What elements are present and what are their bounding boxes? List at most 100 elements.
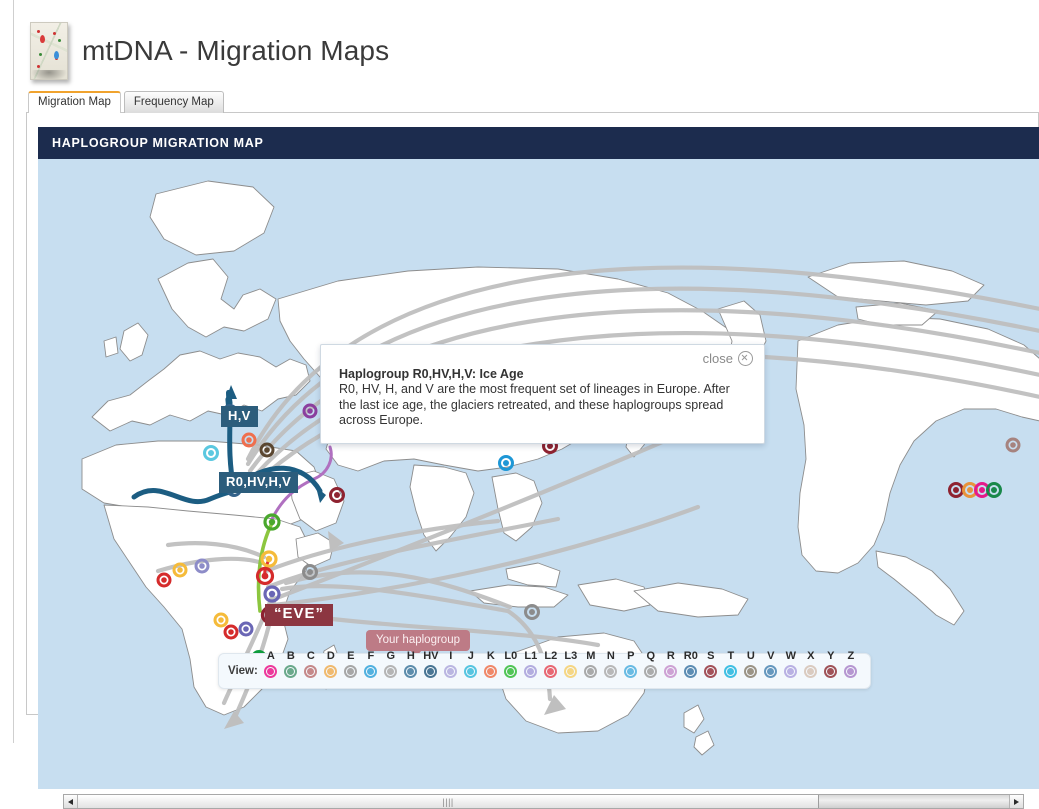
haplogroup-swatch-list[interactable]: A B C D E F G H HV I J K L0 L1 L2 L3 M N P Q R R0 S T U V W X Y Z xyxy=(261,650,861,678)
haplogroup-color-ring[interactable] xyxy=(424,664,438,678)
popup-close-button[interactable]: close xyxy=(321,345,764,366)
haplogroup-swatch-z[interactable]: Z xyxy=(841,650,861,678)
haplogroup-swatch-m[interactable]: M xyxy=(581,650,601,678)
haplogroup-swatch-w[interactable]: W xyxy=(781,650,801,678)
scrollbar-thumb[interactable]: |||| xyxy=(78,795,820,808)
haplogroup-swatch-f[interactable]: F xyxy=(361,650,381,678)
haplogroup-swatch-r0[interactable]: R0 xyxy=(681,650,701,678)
haplogroup-color-ring[interactable] xyxy=(644,664,658,678)
haplogroup-letter: L0 xyxy=(504,649,518,662)
haplogroup-color-ring[interactable] xyxy=(744,664,758,678)
haplogroup-swatch-b[interactable]: B xyxy=(281,650,301,678)
haplogroup-legend-bar[interactable]: View: A B C D E F G H HV I J K L0 L1 L2 L3 M N P Q R R0 S T U V W X… xyxy=(218,650,871,689)
map-thumbnail-icon xyxy=(30,22,68,80)
haplogroup-color-ring[interactable] xyxy=(464,664,478,678)
haplogroup-color-ring[interactable] xyxy=(484,664,498,678)
haplogroup-color-ring[interactable] xyxy=(704,664,718,678)
haplogroup-swatch-l3[interactable]: L3 xyxy=(561,650,581,678)
haplogroup-color-ring[interactable] xyxy=(604,664,618,678)
haplogroup-swatch-y[interactable]: Y xyxy=(821,650,841,678)
haplogroup-color-ring[interactable] xyxy=(524,664,538,678)
haplogroup-swatch-g[interactable]: G xyxy=(381,650,401,678)
scrollbar-track[interactable]: |||| xyxy=(78,795,1009,808)
haplogroup-swatch-q[interactable]: Q xyxy=(641,650,661,678)
map-chip-eve[interactable]: “EVE” xyxy=(265,604,334,626)
haplogroup-swatch-t[interactable]: T xyxy=(721,650,741,678)
haplogroup-swatch-d[interactable]: D xyxy=(321,650,341,678)
haplogroup-swatch-r[interactable]: R xyxy=(661,650,681,678)
map-markers-svg[interactable] xyxy=(38,159,1039,789)
haplogroup-color-ring[interactable] xyxy=(324,664,338,678)
haplogroup-letter: L3 xyxy=(564,649,578,662)
haplogroup-swatch-l2[interactable]: L2 xyxy=(541,650,561,678)
haplogroup-color-ring[interactable] xyxy=(384,664,398,678)
haplogroup-swatch-j[interactable]: J xyxy=(461,650,481,678)
haplogroup-swatch-e[interactable]: E xyxy=(341,650,361,678)
haplogroup-swatch-x[interactable]: X xyxy=(801,650,821,678)
map-chip-r0hvhv[interactable]: R0,HV,H,V xyxy=(219,472,299,493)
haplogroup-swatch-a[interactable]: A xyxy=(261,650,281,678)
map-chip-hv[interactable]: H,V xyxy=(221,406,258,427)
haplogroup-color-ring[interactable] xyxy=(544,664,558,678)
haplogroup-color-ring[interactable] xyxy=(304,664,318,678)
haplogroup-color-ring[interactable] xyxy=(784,664,798,678)
haplogroup-letter: Q xyxy=(646,649,656,662)
haplogroup-swatch-p[interactable]: P xyxy=(621,650,641,678)
haplogroup-color-ring[interactable] xyxy=(444,664,458,678)
haplogroup-letter: H xyxy=(406,649,415,662)
haplogroup-swatch-c[interactable]: C xyxy=(301,650,321,678)
haplogroup-color-ring[interactable] xyxy=(724,664,738,678)
haplogroup-color-ring[interactable] xyxy=(584,664,598,678)
haplogroup-color-ring[interactable] xyxy=(804,664,818,678)
haplogroup-color-ring[interactable] xyxy=(264,664,278,678)
haplogroup-letter: D xyxy=(326,649,335,662)
your-haplogroup-label: Your haplogroup xyxy=(376,634,460,646)
haplogroup-color-ring[interactable] xyxy=(284,664,298,678)
haplogroup-letter: W xyxy=(785,649,797,662)
page-left-rule xyxy=(13,0,14,743)
haplogroup-swatch-k[interactable]: K xyxy=(481,650,501,678)
haplogroup-swatch-s[interactable]: S xyxy=(701,650,721,678)
panel-heading: HAPLOGROUP MIGRATION MAP xyxy=(38,127,1039,159)
haplogroup-swatch-u[interactable]: U xyxy=(741,650,761,678)
haplogroup-color-ring[interactable] xyxy=(764,664,778,678)
haplogroup-color-ring[interactable] xyxy=(344,664,358,678)
close-circle-icon[interactable] xyxy=(738,351,753,366)
haplogroup-color-core xyxy=(587,667,595,675)
haplogroup-letter: M xyxy=(586,649,596,662)
map-viewport[interactable]: H,V R0,HV,H,V “EVE” close Haplogroup R0,… xyxy=(38,159,1039,789)
haplogroup-letter: Z xyxy=(847,649,855,662)
haplogroup-swatch-v[interactable]: V xyxy=(761,650,781,678)
haplogroup-color-core xyxy=(427,667,435,675)
haplogroup-color-ring[interactable] xyxy=(624,664,638,678)
arrow-left-icon[interactable] xyxy=(64,795,78,808)
haplogroup-letter: S xyxy=(707,649,715,662)
haplogroup-color-core xyxy=(627,667,635,675)
arrow-right-icon[interactable] xyxy=(1009,795,1023,808)
view-label: View: xyxy=(228,665,258,677)
haplogroup-swatch-l0[interactable]: L0 xyxy=(501,650,521,678)
haplogroup-letter: N xyxy=(606,649,615,662)
haplogroup-swatch-i[interactable]: I xyxy=(441,650,461,678)
haplogroup-color-ring[interactable] xyxy=(664,664,678,678)
haplogroup-letter: V xyxy=(767,649,775,662)
haplogroup-letter: B xyxy=(286,649,295,662)
haplogroup-color-ring[interactable] xyxy=(824,664,838,678)
haplogroup-color-ring[interactable] xyxy=(684,664,698,678)
haplogroup-color-ring[interactable] xyxy=(504,664,518,678)
haplogroup-color-core xyxy=(847,667,855,675)
haplogroup-swatch-hv[interactable]: HV xyxy=(421,650,441,678)
map-horizontal-scrollbar[interactable]: |||| xyxy=(63,794,1024,809)
haplogroup-color-ring[interactable] xyxy=(404,664,418,678)
tab-migration-map[interactable]: Migration Map xyxy=(28,91,121,113)
tab-frequency-map[interactable]: Frequency Map xyxy=(123,91,224,113)
haplogroup-swatch-h[interactable]: H xyxy=(401,650,421,678)
haplogroup-color-core xyxy=(647,667,655,675)
haplogroup-color-ring[interactable] xyxy=(844,664,858,678)
haplogroup-swatch-n[interactable]: N xyxy=(601,650,621,678)
haplogroup-color-ring[interactable] xyxy=(364,664,378,678)
haplogroup-letter: R xyxy=(666,649,675,662)
haplogroup-color-ring[interactable] xyxy=(564,664,578,678)
haplogroup-swatch-l1[interactable]: L1 xyxy=(521,650,541,678)
map-canvas[interactable]: H,V R0,HV,H,V “EVE” close Haplogroup R0,… xyxy=(38,159,1039,789)
